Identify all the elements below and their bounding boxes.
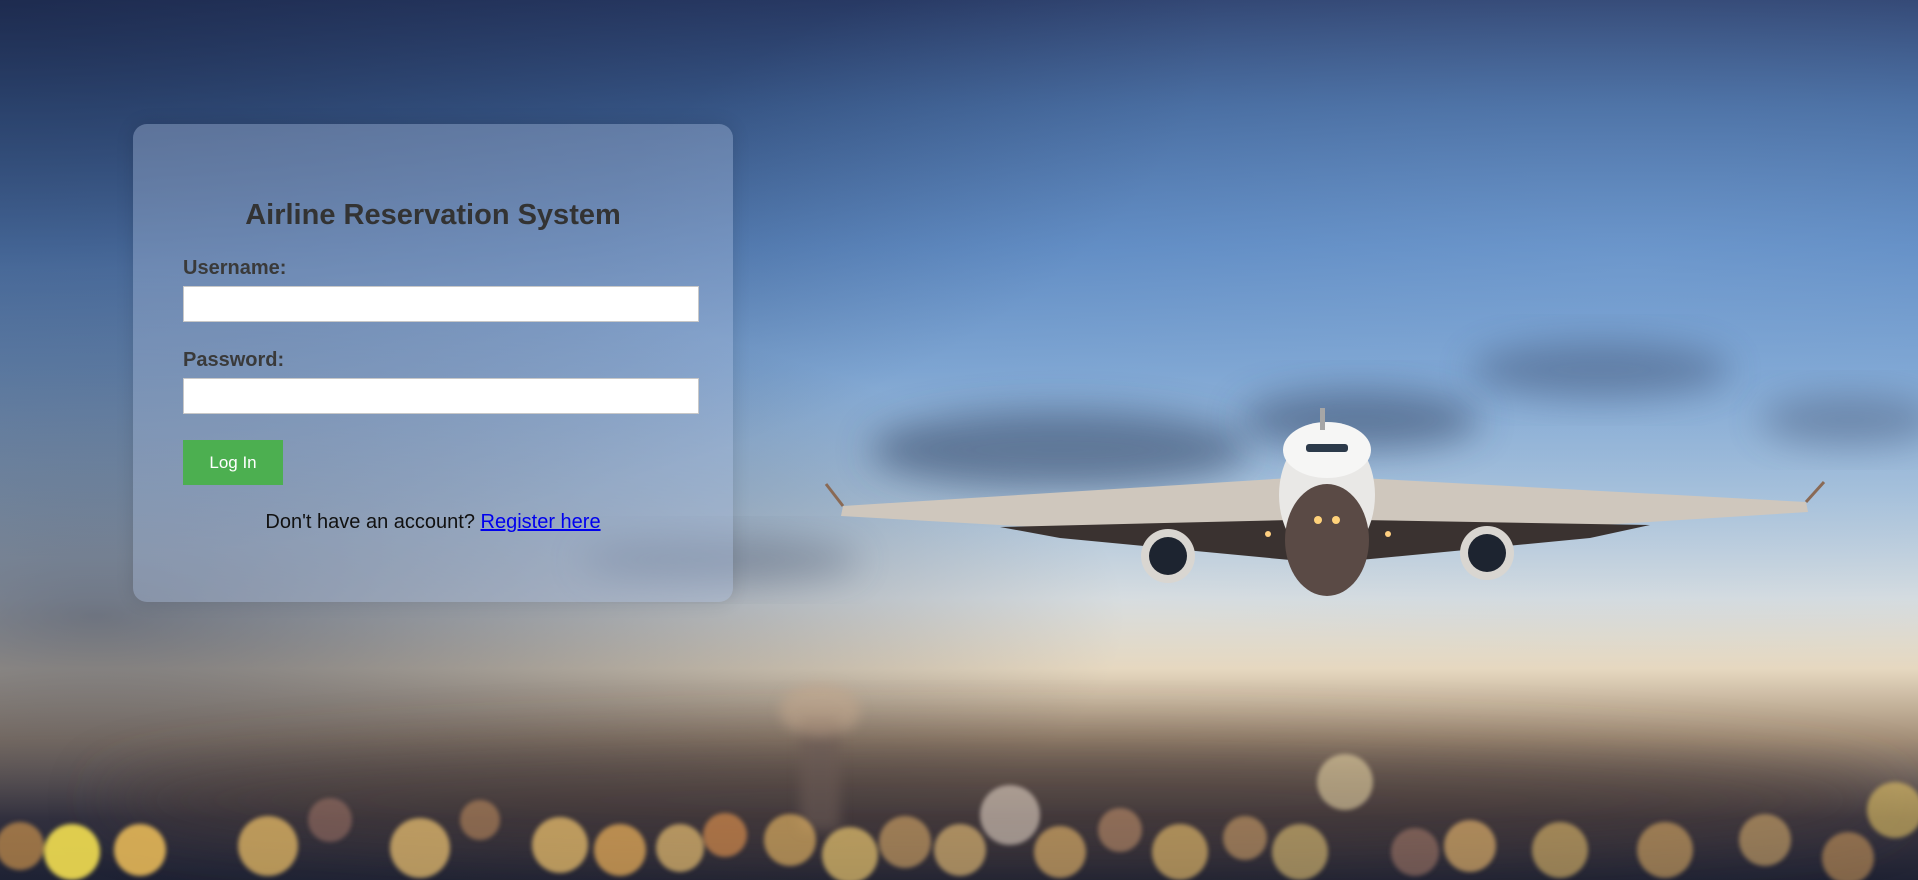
register-link[interactable]: Register here <box>481 511 601 533</box>
username-field[interactable] <box>183 286 699 322</box>
password-label: Password: <box>183 349 285 371</box>
register-prompt: Don't have an account? Register here <box>183 511 683 534</box>
password-field[interactable] <box>183 378 699 414</box>
register-prompt-text: Don't have an account? <box>265 511 475 533</box>
page-title: Airline Reservation System <box>245 199 621 231</box>
login-button[interactable]: Log In <box>183 440 283 485</box>
username-label: Username: <box>183 257 287 279</box>
login-panel: Airline Reservation System Username: Pas… <box>133 124 733 602</box>
